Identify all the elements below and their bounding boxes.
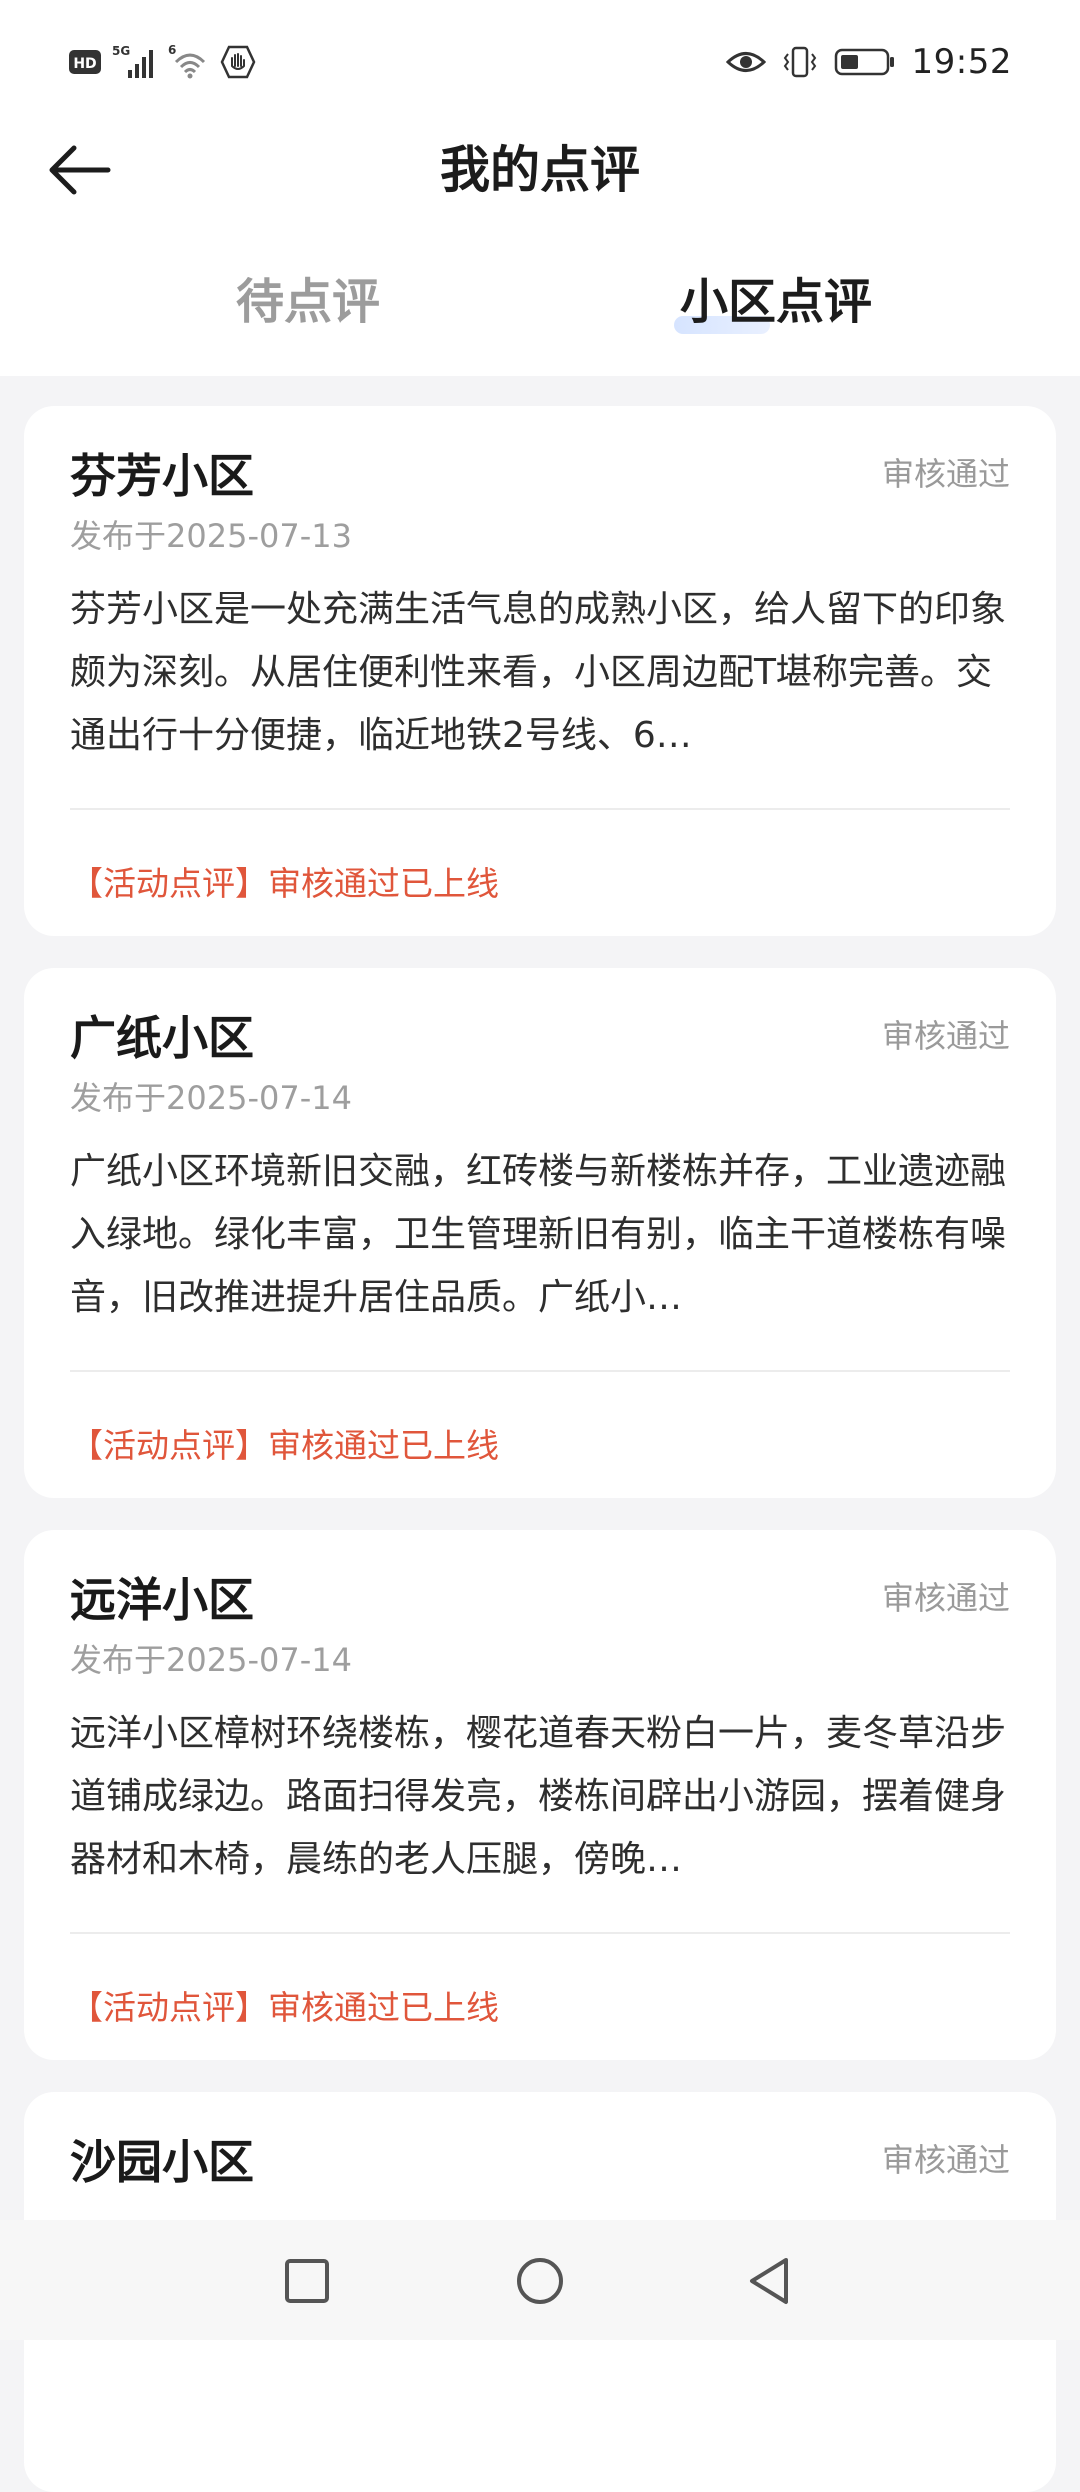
review-card[interactable]: 广纸小区 审核通过 发布于2025-07-14 广纸小区环境新旧交融，红砖楼与新… [24, 968, 1056, 1498]
svg-text:6: 6 [168, 43, 176, 57]
review-status: 审核通过 [881, 2141, 1010, 2179]
tab-bar: 待点评 小区点评 [0, 258, 1080, 358]
card-divider [70, 1370, 1010, 1372]
community-name: 远洋小区 [70, 1573, 254, 1627]
status-bar: HD 5G 6 19:52 [0, 0, 1080, 124]
svg-text:HD: HD [73, 56, 96, 72]
card-divider [70, 808, 1010, 810]
recents-button[interactable] [272, 2246, 342, 2316]
top-area: HD 5G 6 19:52 我的点评 待点评 小区点评 [0, 0, 1080, 376]
home-circle-icon [517, 2258, 563, 2304]
eye-icon [725, 52, 766, 72]
hand-icon [220, 45, 256, 79]
community-name: 广纸小区 [70, 1011, 254, 1065]
community-name: 芬芳小区 [70, 449, 254, 503]
recents-square-icon [285, 2259, 329, 2303]
activity-review-note: 【活动点评】审核通过已上线 [70, 864, 499, 903]
wifi-icon: 6 [168, 43, 206, 79]
battery-icon [834, 48, 894, 76]
review-content: 远洋小区樟树环绕楼栋，樱花道春天粉白一片，麦冬草沿步道铺成绿边。路面扫得发亮，楼… [70, 1713, 1007, 1880]
card-divider [70, 1932, 1010, 1934]
review-status: 审核通过 [881, 1017, 1010, 1055]
page-title: 我的点评 [440, 141, 640, 199]
publish-date: 发布于2025-07-14 [70, 1641, 352, 1679]
hd-icon: HD [69, 50, 101, 74]
tab-pending-label: 待点评 [236, 274, 381, 330]
tab-pending-review[interactable]: 待点评 [236, 272, 380, 332]
publish-date: 发布于2025-07-14 [70, 1079, 352, 1117]
review-content: 芬芳小区是一处充满生活气息的成熟小区，给人留下的印象颇为深刻。从居住便利性来看，… [70, 589, 1007, 756]
review-status: 审核通过 [881, 1579, 1010, 1617]
header: 我的点评 [0, 124, 1080, 216]
community-name: 沙园小区 [70, 2135, 254, 2189]
back-triangle-icon [750, 2258, 788, 2304]
review-content: 广纸小区环境新旧交融，红砖楼与新楼栋并存，工业遗迹融入绿地。绿化丰富，卫生管理新… [70, 1151, 1007, 1318]
status-time: 19:52 [911, 42, 1012, 82]
home-button[interactable] [505, 2246, 575, 2316]
status-left-group: HD 5G 6 [68, 40, 256, 84]
activity-review-note: 【活动点评】审核通过已上线 [70, 1426, 499, 1465]
svg-text:5G: 5G [112, 44, 130, 58]
review-status: 审核通过 [881, 455, 1010, 493]
publish-date: 发布于2025-07-13 [70, 517, 352, 555]
system-nav-bar [0, 2220, 1080, 2340]
review-card[interactable]: 远洋小区 审核通过 发布于2025-07-14 远洋小区樟树环绕楼栋，樱花道春天… [24, 1530, 1056, 2060]
review-card[interactable]: 芬芳小区 审核通过 发布于2025-07-13 芬芳小区是一处充满生活气息的成熟… [24, 406, 1056, 936]
tab-community-label: 小区点评 [680, 274, 873, 330]
vibrate-icon [783, 46, 816, 78]
signal-icon: 5G [112, 44, 153, 78]
system-back-button[interactable] [734, 2246, 804, 2316]
activity-review-note: 【活动点评】审核通过已上线 [70, 1988, 499, 2027]
status-right-group: 19:52 [725, 38, 1012, 86]
tab-community-review[interactable]: 小区点评 [680, 272, 872, 332]
